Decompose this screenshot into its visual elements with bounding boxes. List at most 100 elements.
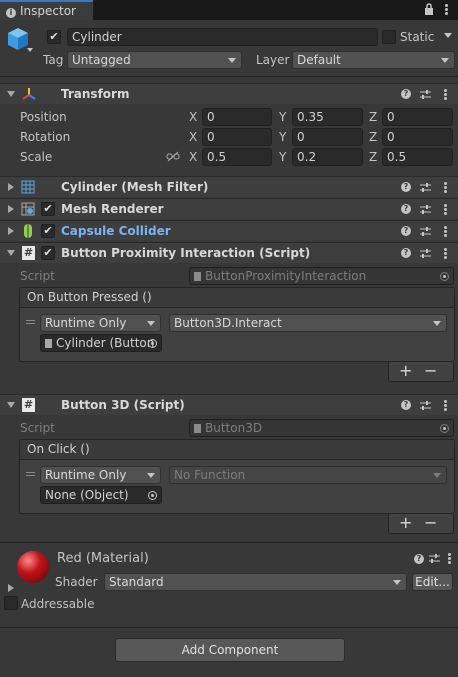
script-field-value: Button3D	[205, 421, 263, 435]
runtime-dropdown[interactable]: Runtime Only	[40, 466, 161, 484]
active-checkbox[interactable]: ✔	[47, 30, 61, 44]
presets-icon[interactable]	[420, 182, 431, 193]
rotation-z-field[interactable]: 0	[382, 128, 453, 146]
axis-z-label[interactable]: Z	[369, 150, 377, 164]
target-object-field[interactable]: Cylinder (Button	[40, 334, 162, 352]
chevron-down-icon	[433, 321, 441, 326]
capsule-collider-title: Capsule Collider	[61, 224, 171, 238]
mesh-renderer-enabled-checkbox[interactable]: ✔	[41, 202, 55, 216]
foldout-open-icon[interactable]	[7, 91, 15, 97]
help-icon[interactable]: ?	[414, 554, 424, 564]
button-proximity-header[interactable]: # ✔ Button Proximity Interaction (Script…	[0, 242, 458, 263]
add-listener-button[interactable]: +	[399, 361, 412, 380]
layer-label: Layer	[256, 53, 290, 67]
position-z-field[interactable]: 0	[382, 108, 453, 126]
position-y-field[interactable]: 0.35	[292, 108, 363, 126]
tab-inspector[interactable]: i Inspector	[0, 0, 93, 20]
icon-dropdown-arrow[interactable]	[27, 48, 33, 52]
tab-menu-icon[interactable]	[444, 4, 448, 16]
script-field: Button3D	[189, 419, 454, 437]
script-file-icon	[45, 339, 52, 348]
tag-dropdown[interactable]: Untagged	[67, 51, 242, 69]
component-menu-icon[interactable]	[443, 248, 447, 260]
presets-icon[interactable]	[420, 204, 431, 215]
presets-icon[interactable]	[420, 89, 431, 100]
runtime-dropdown[interactable]: Runtime Only	[40, 314, 161, 332]
axis-x-label[interactable]: X	[189, 130, 197, 144]
presets-icon[interactable]	[420, 400, 431, 411]
drag-handle-icon[interactable]	[26, 320, 35, 324]
help-icon[interactable]: ?	[401, 204, 411, 214]
info-icon: i	[6, 8, 16, 18]
on-button-pressed-event: On Button Pressed () Runtime Only Button…	[19, 287, 455, 362]
position-x-field[interactable]: 0	[202, 108, 272, 126]
chevron-down-icon	[147, 473, 155, 478]
axis-z-label[interactable]: Z	[369, 130, 377, 144]
target-object-field[interactable]: None (Object)	[40, 486, 162, 504]
presets-icon[interactable]	[420, 248, 431, 259]
object-picker-icon[interactable]	[148, 491, 157, 500]
component-menu-icon[interactable]	[443, 182, 447, 194]
drag-handle-icon[interactable]	[26, 472, 35, 476]
button-proximity-enabled-checkbox[interactable]: ✔	[41, 246, 55, 260]
capsule-collider-enabled-checkbox[interactable]: ✔	[41, 224, 55, 238]
shader-edit-button[interactable]: Edit...	[412, 573, 453, 591]
add-listener-button[interactable]: +	[399, 513, 412, 532]
mesh-filter-header[interactable]: Cylinder (Mesh Filter) ?	[0, 176, 458, 197]
foldout-closed-icon[interactable]	[8, 584, 14, 592]
axis-y-label[interactable]: Y	[279, 130, 286, 144]
function-dropdown[interactable]: No Function	[169, 466, 447, 484]
help-icon[interactable]: ?	[401, 226, 411, 236]
layer-dropdown[interactable]: Default	[292, 51, 455, 69]
addressable-checkbox[interactable]	[4, 596, 18, 610]
help-icon[interactable]: ?	[401, 182, 411, 192]
capsule-collider-header[interactable]: ✔ Capsule Collider ?	[0, 220, 458, 241]
shader-dropdown[interactable]: Standard	[104, 573, 407, 591]
scale-y-field[interactable]: 0.2	[292, 148, 363, 166]
foldout-closed-icon[interactable]	[8, 227, 14, 235]
rotation-y-field[interactable]: 0	[292, 128, 363, 146]
object-picker-icon[interactable]	[148, 339, 157, 348]
presets-icon[interactable]	[429, 553, 440, 564]
component-menu-icon[interactable]	[443, 400, 447, 412]
foldout-open-icon[interactable]	[7, 250, 15, 256]
foldout-open-icon[interactable]	[7, 402, 15, 408]
name-field[interactable]: Cylinder	[67, 28, 378, 46]
runtime-value: Runtime Only	[45, 468, 127, 482]
axis-z-label[interactable]: Z	[369, 110, 377, 124]
component-menu-icon[interactable]	[443, 89, 447, 101]
remove-listener-button[interactable]: −	[424, 361, 437, 380]
help-icon[interactable]: ?	[401, 248, 411, 258]
component-menu-icon[interactable]	[443, 204, 447, 216]
transform-header[interactable]: Transform ?	[0, 83, 458, 104]
add-component-button[interactable]: Add Component	[115, 638, 345, 662]
help-icon[interactable]: ?	[401, 400, 411, 410]
script-hash-icon: #	[22, 398, 35, 412]
unlink-icon[interactable]	[166, 151, 180, 162]
axis-y-label[interactable]: Y	[279, 150, 286, 164]
remove-listener-button[interactable]: −	[424, 513, 437, 532]
static-checkbox[interactable]	[382, 30, 396, 44]
event-header: On Button Pressed ()	[20, 288, 454, 308]
presets-icon[interactable]	[420, 226, 431, 237]
scale-x-field[interactable]: 0.5	[202, 148, 272, 166]
rotation-x-field[interactable]: 0	[202, 128, 272, 146]
axis-x-label[interactable]: X	[189, 110, 197, 124]
axis-x-label[interactable]: X	[189, 150, 197, 164]
script-label: Script	[20, 269, 55, 283]
button3d-header[interactable]: # Button 3D (Script) ?	[0, 394, 458, 415]
tag-label: Tag	[43, 53, 64, 67]
mesh-renderer-header[interactable]: ✔ Mesh Renderer ?	[0, 198, 458, 219]
script-file-icon	[194, 272, 201, 281]
chevron-down-icon	[393, 580, 401, 585]
foldout-closed-icon[interactable]	[8, 205, 14, 213]
function-dropdown[interactable]: Button3D.Interact	[169, 314, 447, 332]
scale-z-field[interactable]: 0.5	[382, 148, 453, 166]
lock-icon[interactable]	[424, 3, 434, 15]
axis-y-label[interactable]: Y	[279, 110, 286, 124]
static-dropdown-arrow[interactable]	[444, 33, 452, 38]
component-menu-icon[interactable]	[443, 226, 447, 238]
help-icon[interactable]: ?	[401, 89, 411, 99]
material-menu-icon[interactable]	[447, 553, 451, 565]
foldout-closed-icon[interactable]	[8, 183, 14, 191]
